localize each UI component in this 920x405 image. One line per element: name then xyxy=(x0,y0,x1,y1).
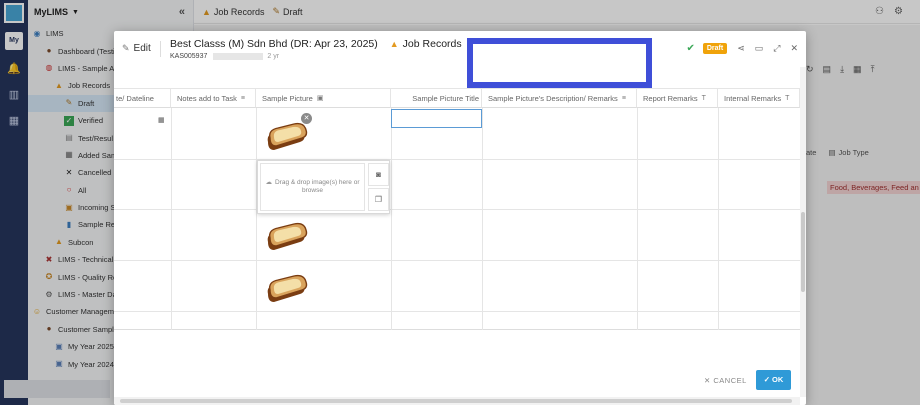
cloud-upload-icon: ☁ xyxy=(265,179,272,186)
time-ago: 2 yr xyxy=(267,53,280,60)
text-type-icon: T xyxy=(701,94,706,102)
camera-button[interactable]: ◙ xyxy=(368,163,389,186)
cancel-button[interactable]: ✕ CANCEL xyxy=(704,376,747,385)
sandwich-image[interactable] xyxy=(262,216,316,256)
close-icon[interactable]: ✕ xyxy=(790,43,798,54)
ok-button[interactable]: ✓ OK xyxy=(756,370,791,390)
column-divider xyxy=(637,108,638,330)
comment-icon[interactable]: ▭ xyxy=(755,43,764,54)
picture-title-input[interactable] xyxy=(391,109,482,128)
copy-button[interactable]: ❐ xyxy=(368,188,389,211)
horizontal-scrollbar[interactable] xyxy=(114,397,800,405)
column-header-report-remarks[interactable]: Report Remarks T xyxy=(637,88,718,108)
edit-label: ✎ Edit xyxy=(122,43,151,54)
column-header-picture-title[interactable]: Sample Picture Title xyxy=(391,88,482,108)
redacted-text xyxy=(213,53,264,60)
row-divider xyxy=(114,209,800,210)
drop-zone[interactable]: ☁ Drag & drop image(s) here or browse xyxy=(260,163,365,211)
text-lines-icon: ≡ xyxy=(621,94,626,102)
modal-header: ✎ Edit Best Classs (M) Sdn Bhd (DR: Apr 2… xyxy=(114,31,806,67)
camera-icon: ◙ xyxy=(376,170,381,179)
image-icon: ▣ xyxy=(316,95,324,102)
header-divider xyxy=(160,41,161,57)
column-header-dateline[interactable]: te/ Dateline xyxy=(114,88,171,108)
description-column-highlight xyxy=(467,38,652,88)
column-divider xyxy=(171,108,172,330)
calendar-icon[interactable]: ▦ xyxy=(158,116,165,124)
scrollbar-thumb[interactable] xyxy=(801,212,805,292)
scrollbar-thumb[interactable] xyxy=(120,399,792,403)
column-divider xyxy=(482,108,483,330)
check-circle-icon: ✔ xyxy=(686,43,695,54)
column-divider xyxy=(256,108,257,330)
module-link[interactable]: ▲ Job Records xyxy=(390,38,462,50)
sandwich-image[interactable] xyxy=(262,268,316,308)
copy-icon: ❐ xyxy=(374,195,383,204)
row-divider xyxy=(114,159,800,160)
status-badge: Draft xyxy=(702,43,728,54)
text-type-icon: T xyxy=(785,94,790,102)
modal-title: Best Classs (M) Sdn Bhd (DR: Apr 23, 202… xyxy=(170,38,462,50)
image-upload-popup: ☁ Drag & drop image(s) here or browse ◙ ❐ xyxy=(257,160,390,214)
remove-image-icon[interactable]: ✕ xyxy=(301,113,312,124)
column-header-notes[interactable]: Notes add to Task ≡ xyxy=(171,88,256,108)
drop-zone-text: Drag & drop image(s) here or browse xyxy=(274,179,360,194)
column-header-picture-description[interactable]: Sample Picture's Description/ Remarks ≡ xyxy=(482,88,637,108)
row-divider xyxy=(114,311,800,312)
row-divider xyxy=(114,260,800,261)
share-icon[interactable]: ⋖ xyxy=(737,43,745,54)
text-lines-icon: ≡ xyxy=(240,94,245,102)
sample-grid: te/ Dateline Notes add to Task ≡ Sample P… xyxy=(114,88,800,330)
column-header-sample-picture[interactable]: Sample Picture ▣ xyxy=(256,88,391,108)
modal-subtitle: KAS005937 2 yr xyxy=(170,53,279,60)
triangle-icon: ▲ xyxy=(389,39,399,49)
edit-modal: ✎ Edit Best Classs (M) Sdn Bhd (DR: Apr 2… xyxy=(114,31,806,405)
column-header-internal-remarks[interactable]: Internal Remarks T xyxy=(718,88,800,108)
column-divider xyxy=(718,108,719,330)
job-code: KAS005937 xyxy=(170,53,208,60)
modal-actions: ✔ Draft ⋖ ▭ ⤢ ✕ xyxy=(676,43,798,54)
vertical-scrollbar[interactable] xyxy=(800,67,806,397)
edit-icon: ✎ xyxy=(122,43,130,53)
expand-icon[interactable]: ⤢ xyxy=(773,43,780,54)
column-divider xyxy=(391,108,392,330)
